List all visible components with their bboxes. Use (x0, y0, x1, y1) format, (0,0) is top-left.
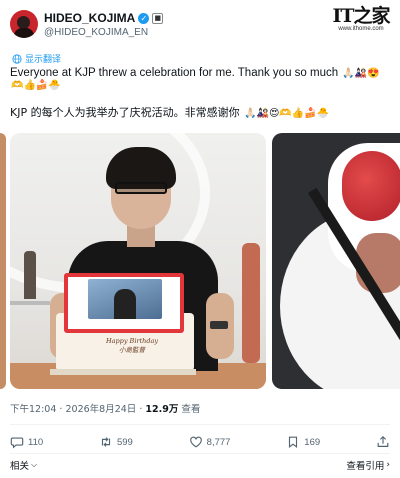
tweet-emojis-en-line2: 🫶👍🍰🐣 (11, 80, 61, 91)
reply-icon (10, 437, 24, 449)
related-dropdown[interactable]: 相关 ⌵ (10, 457, 37, 473)
like-button[interactable]: 8,777 (189, 435, 231, 449)
cake-photo-person (114, 289, 136, 319)
shelf (10, 301, 50, 305)
photo-cake-closeup[interactable] (272, 133, 400, 389)
watermark-url: www.ithome.com (338, 26, 384, 32)
reply-button[interactable]: 110 (10, 435, 43, 449)
heart-icon (189, 436, 202, 448)
name-row: HIDEO_KOJIMA ✓ ■ (44, 11, 164, 25)
chevron-down-icon: ⌵ (31, 460, 38, 469)
organization-badge-icon: ■ (152, 12, 164, 24)
figurine (24, 251, 36, 299)
views-count: 12.9万 (145, 404, 179, 415)
wristwatch (210, 321, 228, 329)
views-label: 查看 (181, 404, 201, 415)
watermark-logo: IT之家 (332, 5, 390, 27)
tweet-text-zh: KJP 的每个人为我举办了庆祝活动。非常感谢你 🙏🏻🎎😍🫶👍🍰🐣 (10, 104, 329, 120)
photo-previous-sliver[interactable] (0, 133, 6, 389)
chevron-right-icon: › (386, 460, 390, 470)
divider-bottom (10, 453, 390, 454)
translate-label: 显示翻译 (25, 55, 62, 65)
tweet-timestamp[interactable]: 下午12:04 · 2026年8月24日 · 12.9万 查看 (10, 401, 200, 415)
cake-board (50, 369, 196, 375)
tweet-text-en-body: Everyone at KJP threw a celebration for … (10, 67, 339, 79)
glasses (115, 182, 167, 194)
strawberries (342, 151, 400, 221)
verified-check-icon: ✓ (138, 12, 150, 24)
show-translation-link[interactable]: 显示翻译 (12, 52, 61, 65)
tweet-footer: 相关 ⌵ 查看引用 › (10, 457, 390, 473)
timestamp-separator: · (59, 404, 63, 415)
reply-count: 110 (28, 436, 44, 448)
ithome-watermark: IT之家 www.ithome.com (332, 6, 390, 32)
cake-inscription: Happy Birthday 小島監督 (105, 337, 159, 354)
tweet-text-zh-body: KJP 的每个人为我举办了庆祝活动。非常感谢你 (10, 106, 240, 119)
action-bar: 110 599 8,777 169 (10, 433, 390, 451)
bookmark-icon (289, 436, 298, 448)
tweet-date: 2026年8月24日 (65, 404, 137, 415)
tweet-text-en: Everyone at KJP threw a celebration for … (10, 67, 380, 91)
tweet-emojis-en: 🙏🏻🎎😍 (342, 68, 380, 79)
display-name[interactable]: HIDEO_KOJIMA (44, 11, 135, 25)
globe-icon (12, 53, 22, 64)
decor (242, 243, 260, 363)
like-count: 8,777 (206, 436, 231, 448)
retweet-button[interactable]: 599 (99, 435, 133, 449)
tweet-time: 下午12:04 (10, 404, 57, 415)
avatar[interactable] (10, 10, 38, 38)
related-label: 相关 (10, 461, 30, 472)
share-button[interactable] (376, 435, 390, 449)
quotes-label: 查看引用 (346, 461, 385, 472)
avatar-body (14, 28, 34, 38)
timestamp-separator-2: · (139, 404, 143, 415)
user-handle[interactable]: @HIDEO_KOJIMA_EN (44, 27, 148, 38)
photo-kojima-with-cake[interactable]: Happy Birthday 小島監督 (10, 133, 266, 389)
photo-carousel: Happy Birthday 小島監督 (0, 133, 400, 391)
divider-top (10, 424, 390, 425)
bookmark-button[interactable]: 169 (286, 435, 320, 449)
tweet-emojis-zh: 🙏🏻🎎😍🫶👍🍰🐣 (244, 108, 330, 119)
view-quotes-link[interactable]: 查看引用 › (346, 457, 390, 473)
retweet-icon (101, 437, 111, 447)
retweet-count: 599 (116, 436, 133, 448)
share-icon (377, 435, 389, 447)
bookmark-count: 169 (304, 436, 321, 448)
